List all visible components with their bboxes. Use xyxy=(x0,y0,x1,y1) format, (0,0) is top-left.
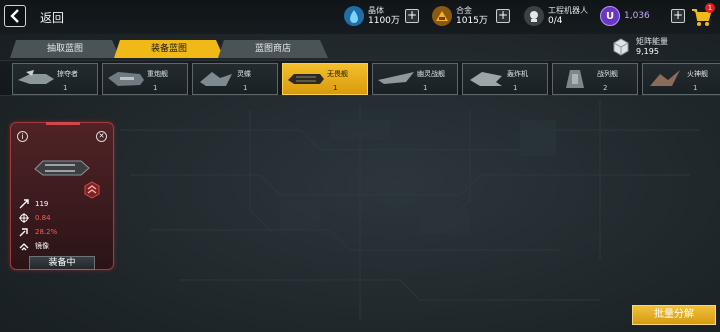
ship-tab-bomber[interactable]: 轰炸机 1 xyxy=(462,63,548,95)
card-top-accent xyxy=(46,122,80,125)
ship-tab-spirit-butterfly[interactable]: 灵蝶 1 xyxy=(192,63,278,95)
ship-plunderer-icon xyxy=(18,70,54,84)
mirror-value: 镜像 xyxy=(35,242,49,250)
ship-tab-phantom-warship[interactable]: 幽灵战舰 1 xyxy=(372,63,458,95)
accuracy-value: 0.84 xyxy=(35,214,51,222)
ship-count: 1 xyxy=(153,84,158,92)
crit-value: 28.2% xyxy=(35,228,58,236)
ship-tab-heavy-gunship[interactable]: 重炮舰 1 xyxy=(102,63,188,95)
tab-draw-blueprint[interactable]: 抽取蓝图 xyxy=(10,40,120,58)
ship-tab-dreadnought[interactable]: 无畏舰 1 xyxy=(282,63,368,95)
close-icon[interactable]: ✕ xyxy=(96,131,107,142)
ship-name: 幽灵战舰 xyxy=(417,70,445,78)
ship-tab-vulcan[interactable]: 火神舰 1 xyxy=(642,63,720,95)
ship-name: 无畏舰 xyxy=(327,70,348,78)
ship-name: 灵蝶 xyxy=(237,70,251,78)
equipped-status-button[interactable]: 装备中 xyxy=(29,256,95,270)
chevron-left-icon xyxy=(10,9,19,23)
crosshair-icon xyxy=(19,213,29,223)
ship-count: 1 xyxy=(513,84,518,92)
ship-name: 轰炸机 xyxy=(507,70,528,78)
attack-icon xyxy=(19,199,29,209)
alloy-label: 合金 xyxy=(456,6,472,15)
ship-bomber-icon xyxy=(470,72,502,86)
ship-tab-plunderer[interactable]: 掠夺者 1 xyxy=(12,63,98,95)
mirror-icon xyxy=(19,243,29,251)
premium-currency: U 1,036 xyxy=(600,4,650,28)
batch-dismantle-button[interactable]: 批量分解 xyxy=(632,305,716,325)
accuracy-stat: 0.84 xyxy=(19,213,51,223)
ship-count: 2 xyxy=(603,84,608,92)
crit-icon xyxy=(19,228,28,237)
alloy-value: 1015万 xyxy=(456,16,488,26)
tab-equip-blueprint[interactable]: 装备蓝图 xyxy=(114,40,224,58)
tab-blueprint-shop[interactable]: 蓝图商店 xyxy=(218,40,328,58)
u-coin-icon: U xyxy=(600,6,620,26)
ship-count: 1 xyxy=(423,84,428,92)
crystal-label: 晶体 xyxy=(368,6,384,15)
ship-count: 1 xyxy=(243,84,248,92)
crit-stat: 28.2% xyxy=(19,227,57,237)
rank-chevron-icon xyxy=(84,181,100,199)
back-button[interactable] xyxy=(4,5,26,27)
engineer-robot-value: 0/4 xyxy=(548,16,563,26)
alloy-resource: 合金 1015万 xyxy=(432,4,488,28)
ship-dreadnought-icon xyxy=(288,74,324,84)
ship-type-strip: 掠夺者 1 重炮舰 1 灵蝶 1 无畏舰 1 幽灵战舰 1 轰炸机 1 战列舰 … xyxy=(0,60,720,96)
attack-value: 119 xyxy=(35,200,49,208)
matrix-cube-icon xyxy=(613,38,629,56)
add-premium-button[interactable]: + xyxy=(671,9,685,23)
top-bar: 返回 晶体 1100万 + 合金 1015万 + 工程机器人 0/4 U 1,036 … xyxy=(0,0,720,34)
ship-vulcan-icon xyxy=(650,70,680,86)
ship-tab-battleship[interactable]: 战列舰 2 xyxy=(552,63,638,95)
crystal-icon xyxy=(344,6,364,26)
ship-battleship-icon xyxy=(566,70,584,88)
crystal-value: 1100万 xyxy=(368,16,400,26)
ship-name: 火神舰 xyxy=(687,70,708,78)
shop-cart-button[interactable]: 1 xyxy=(690,3,715,28)
matrix-energy-label: 矩阵能量 xyxy=(636,37,668,46)
mirror-stat: 镜像 xyxy=(19,241,49,251)
crystal-resource: 晶体 1100万 xyxy=(344,4,400,28)
back-label: 返回 xyxy=(40,11,65,25)
ship-count: 1 xyxy=(333,84,338,92)
engineer-robot-label: 工程机器人 xyxy=(548,6,588,15)
ship-heavy-gunship-icon xyxy=(108,72,144,86)
add-crystal-button[interactable]: + xyxy=(405,9,419,23)
ship-name: 重炮舰 xyxy=(147,70,168,78)
ship-name: 战列舰 xyxy=(597,70,618,78)
ship-phantom-warship-icon xyxy=(378,72,414,84)
cart-badge: 1 xyxy=(705,3,715,13)
blueprint-card[interactable]: i ✕ 119 0.84 28.2% 镜像 装备中 xyxy=(10,122,114,270)
engineer-robot-resource: 工程机器人 0/4 xyxy=(524,4,588,28)
matrix-energy: 矩阵能量 9,195 xyxy=(612,37,668,57)
ship-count: 1 xyxy=(63,84,68,92)
dreadnought-blueprint-image xyxy=(34,160,90,176)
ship-spirit-butterfly-icon xyxy=(200,72,232,86)
ship-name: 掠夺者 xyxy=(57,70,78,78)
matrix-energy-value: 9,195 xyxy=(636,47,659,56)
ship-count: 1 xyxy=(693,84,698,92)
attack-stat: 119 xyxy=(19,199,48,209)
engineer-robot-icon xyxy=(524,6,544,26)
premium-value: 1,036 xyxy=(624,11,650,21)
alloy-icon xyxy=(432,6,452,26)
info-icon[interactable]: i xyxy=(17,131,28,142)
add-alloy-button[interactable]: + xyxy=(496,9,510,23)
